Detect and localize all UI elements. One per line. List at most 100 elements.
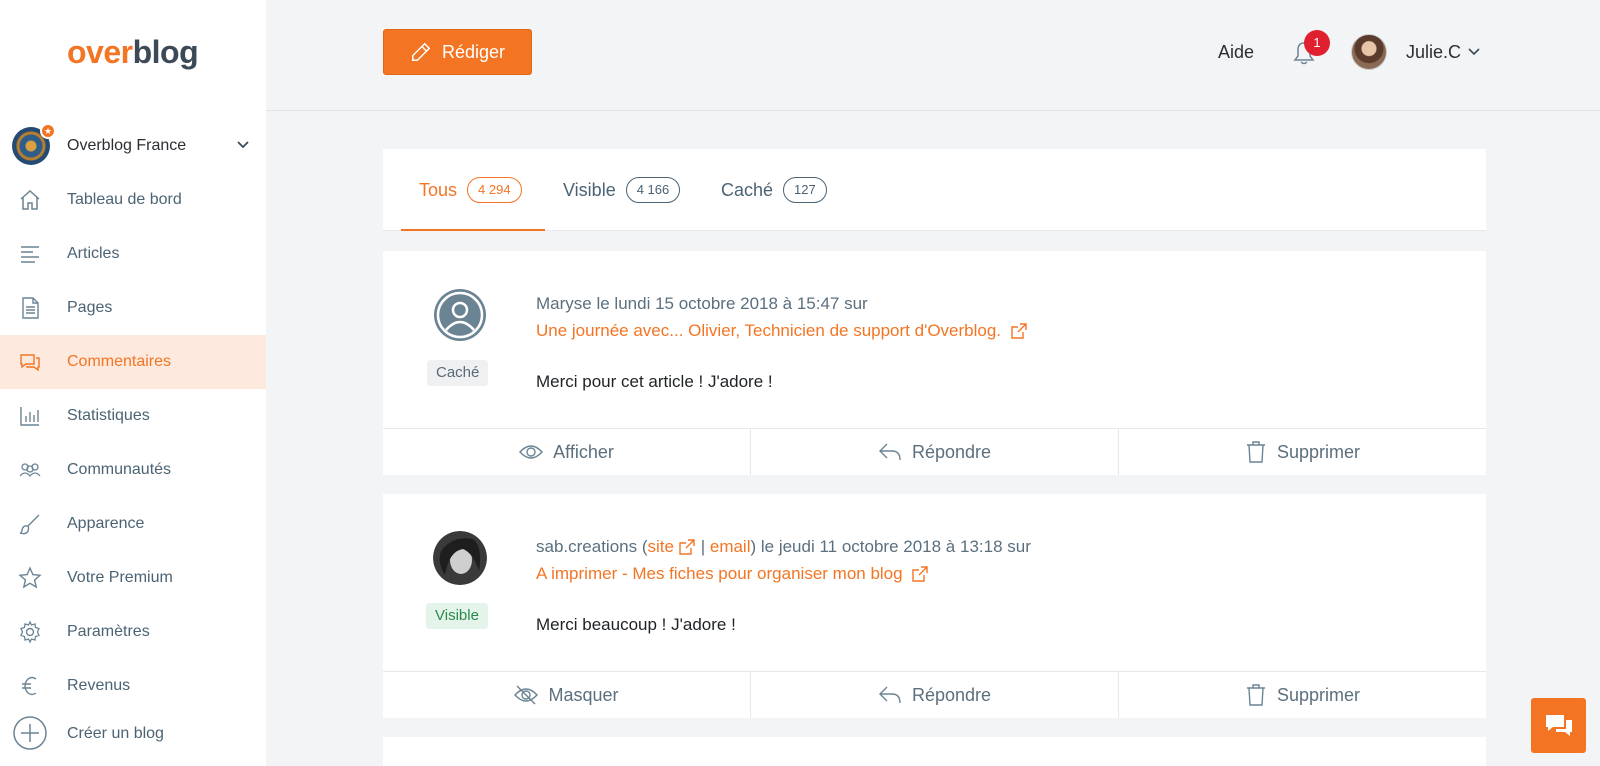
tab-count-badge: 4 166: [625, 177, 681, 203]
sidebar-item-appearance[interactable]: Apparence: [0, 497, 266, 551]
sidebar-item-label: Tableau de bord: [67, 191, 182, 208]
chat-support-button[interactable]: [1531, 698, 1586, 753]
sidebar-item-label: Communautés: [67, 461, 172, 478]
reply-label: Répondre: [911, 441, 992, 462]
bar-chart-icon: [20, 407, 39, 426]
premium-star-icon: ★: [40, 123, 56, 139]
comment-author: sab.creations: [536, 537, 638, 556]
star-icon: [18, 566, 42, 589]
active-tab-underline: [401, 229, 545, 231]
author-email-link[interactable]: email: [710, 537, 751, 556]
default-user-avatar: [433, 288, 487, 342]
user-menu[interactable]: Julie.C: [1406, 42, 1461, 63]
sidebar-item-premium[interactable]: Votre Premium: [0, 551, 266, 605]
list-icon: [21, 246, 39, 263]
chevron-down-icon: [237, 141, 249, 149]
sidebar: overblog ★ Overblog France Tableau de bo…: [0, 0, 266, 766]
comments-icon: [20, 354, 40, 372]
blog-name: Overblog France: [67, 137, 187, 154]
tab-hidden[interactable]: Caché 127: [721, 149, 827, 231]
author-site-link[interactable]: site: [648, 537, 696, 556]
eye-icon: [519, 445, 544, 459]
comment-article-link[interactable]: Une journée avec... Olivier, Technicien …: [536, 321, 1028, 341]
external-link-icon: [912, 566, 929, 582]
sidebar-item-label: Statistiques: [67, 407, 150, 424]
external-link-icon: [1011, 323, 1027, 339]
blog-selector[interactable]: ★ Overblog France: [0, 123, 266, 167]
tab-count-badge: 127: [783, 177, 827, 203]
reply-label: Répondre: [911, 684, 992, 705]
article-title: Une journée avec... Olivier, Technicien …: [536, 321, 1002, 340]
tab-label: Visible: [563, 179, 616, 200]
chevron-down-icon[interactable]: [1467, 45, 1481, 59]
document-icon: [22, 297, 39, 319]
comment-date: le jeudi 11 octobre 2018 à 13:18 sur: [760, 537, 1031, 556]
status-badge: Visible: [426, 603, 488, 629]
sidebar-item-label: Pages: [67, 299, 113, 316]
trash-icon: [1246, 441, 1265, 463]
comment-actions: Afficher Répondre Supprimer: [383, 428, 1486, 475]
write-button[interactable]: Rédiger: [383, 29, 532, 75]
reply-button[interactable]: Répondre: [751, 672, 1119, 718]
pencil-icon: [411, 42, 431, 61]
sidebar-item-communities[interactable]: Communautés: [0, 443, 266, 497]
sidebar-item-label: Votre Premium: [67, 569, 173, 586]
delete-label: Supprimer: [1276, 441, 1361, 462]
euro-icon: [22, 676, 37, 696]
comment-text: Merci beaucoup ! J'adore !: [536, 615, 736, 634]
tab-all[interactable]: Tous 4 294: [419, 149, 522, 231]
eye-off-icon: [514, 685, 539, 705]
create-blog-button[interactable]: Créer un blog: [0, 715, 266, 751]
sidebar-item-label: Commentaires: [67, 353, 172, 370]
logo-part-blog: blog: [132, 34, 199, 70]
overblog-logo[interactable]: overblog: [67, 34, 199, 71]
article-title: A imprimer - Mes fiches pour organiser m…: [536, 564, 903, 583]
trash-icon: [1246, 684, 1265, 706]
reply-button[interactable]: Répondre: [751, 429, 1119, 475]
sidebar-nav: Tableau de bord Articles Pages Commentai…: [0, 173, 266, 713]
delete-label: Supprimer: [1276, 684, 1361, 705]
comment-article-link[interactable]: A imprimer - Mes fiches pour organiser m…: [536, 564, 929, 584]
logo-part-over: over: [67, 34, 133, 70]
sidebar-item-settings[interactable]: Paramètres: [0, 605, 266, 659]
user-avatar: [433, 531, 487, 585]
hide-button[interactable]: Masquer: [383, 672, 751, 718]
sidebar-item-dashboard[interactable]: Tableau de bord: [0, 173, 266, 227]
comment-card: Visible sab.creations (site | email) le …: [383, 494, 1486, 718]
delete-button[interactable]: Supprimer: [1119, 672, 1486, 718]
sidebar-item-label: Articles: [67, 245, 120, 262]
blog-avatar: ★: [12, 123, 56, 165]
gear-icon: [20, 620, 40, 644]
create-blog-label: Créer un blog: [67, 725, 164, 742]
notification-badge: 1: [1304, 30, 1330, 56]
reply-icon: [878, 443, 901, 461]
user-avatar[interactable]: [1351, 34, 1387, 70]
sidebar-item-label: Paramètres: [67, 623, 150, 640]
home-icon: [20, 189, 40, 210]
comment-card-partial: [383, 737, 1486, 766]
site-label: site: [647, 537, 674, 556]
comment-actions: Masquer Répondre Supprimer: [383, 671, 1486, 718]
write-button-label: Rédiger: [441, 41, 506, 62]
sidebar-item-comments[interactable]: Commentaires: [0, 335, 266, 389]
comment-author: Maryse: [536, 294, 592, 313]
sidebar-item-label: Apparence: [67, 515, 145, 532]
community-icon: [19, 463, 41, 478]
tab-label: Caché: [721, 179, 774, 200]
hide-label: Masquer: [548, 684, 619, 705]
sidebar-item-statistics[interactable]: Statistiques: [0, 389, 266, 443]
sidebar-item-revenue[interactable]: Revenus: [0, 659, 266, 713]
comment-date: le lundi 15 octobre 2018 à 15:47 sur: [596, 294, 868, 313]
tab-visible[interactable]: Visible 4 166: [563, 149, 681, 231]
sidebar-item-label: Revenus: [67, 677, 131, 694]
help-link[interactable]: Aide: [1218, 42, 1254, 63]
comment-text: Merci pour cet article ! J'adore !: [536, 372, 773, 391]
show-button[interactable]: Afficher: [383, 429, 751, 475]
tab-count-badge: 4 294: [467, 177, 522, 203]
delete-button[interactable]: Supprimer: [1119, 429, 1486, 475]
tab-label: Tous: [419, 179, 458, 200]
sidebar-item-articles[interactable]: Articles: [0, 227, 266, 281]
status-badge: Caché: [427, 360, 489, 386]
comment-card: Caché Maryse le lundi 15 octobre 2018 à …: [383, 251, 1486, 475]
sidebar-item-pages[interactable]: Pages: [0, 281, 266, 335]
